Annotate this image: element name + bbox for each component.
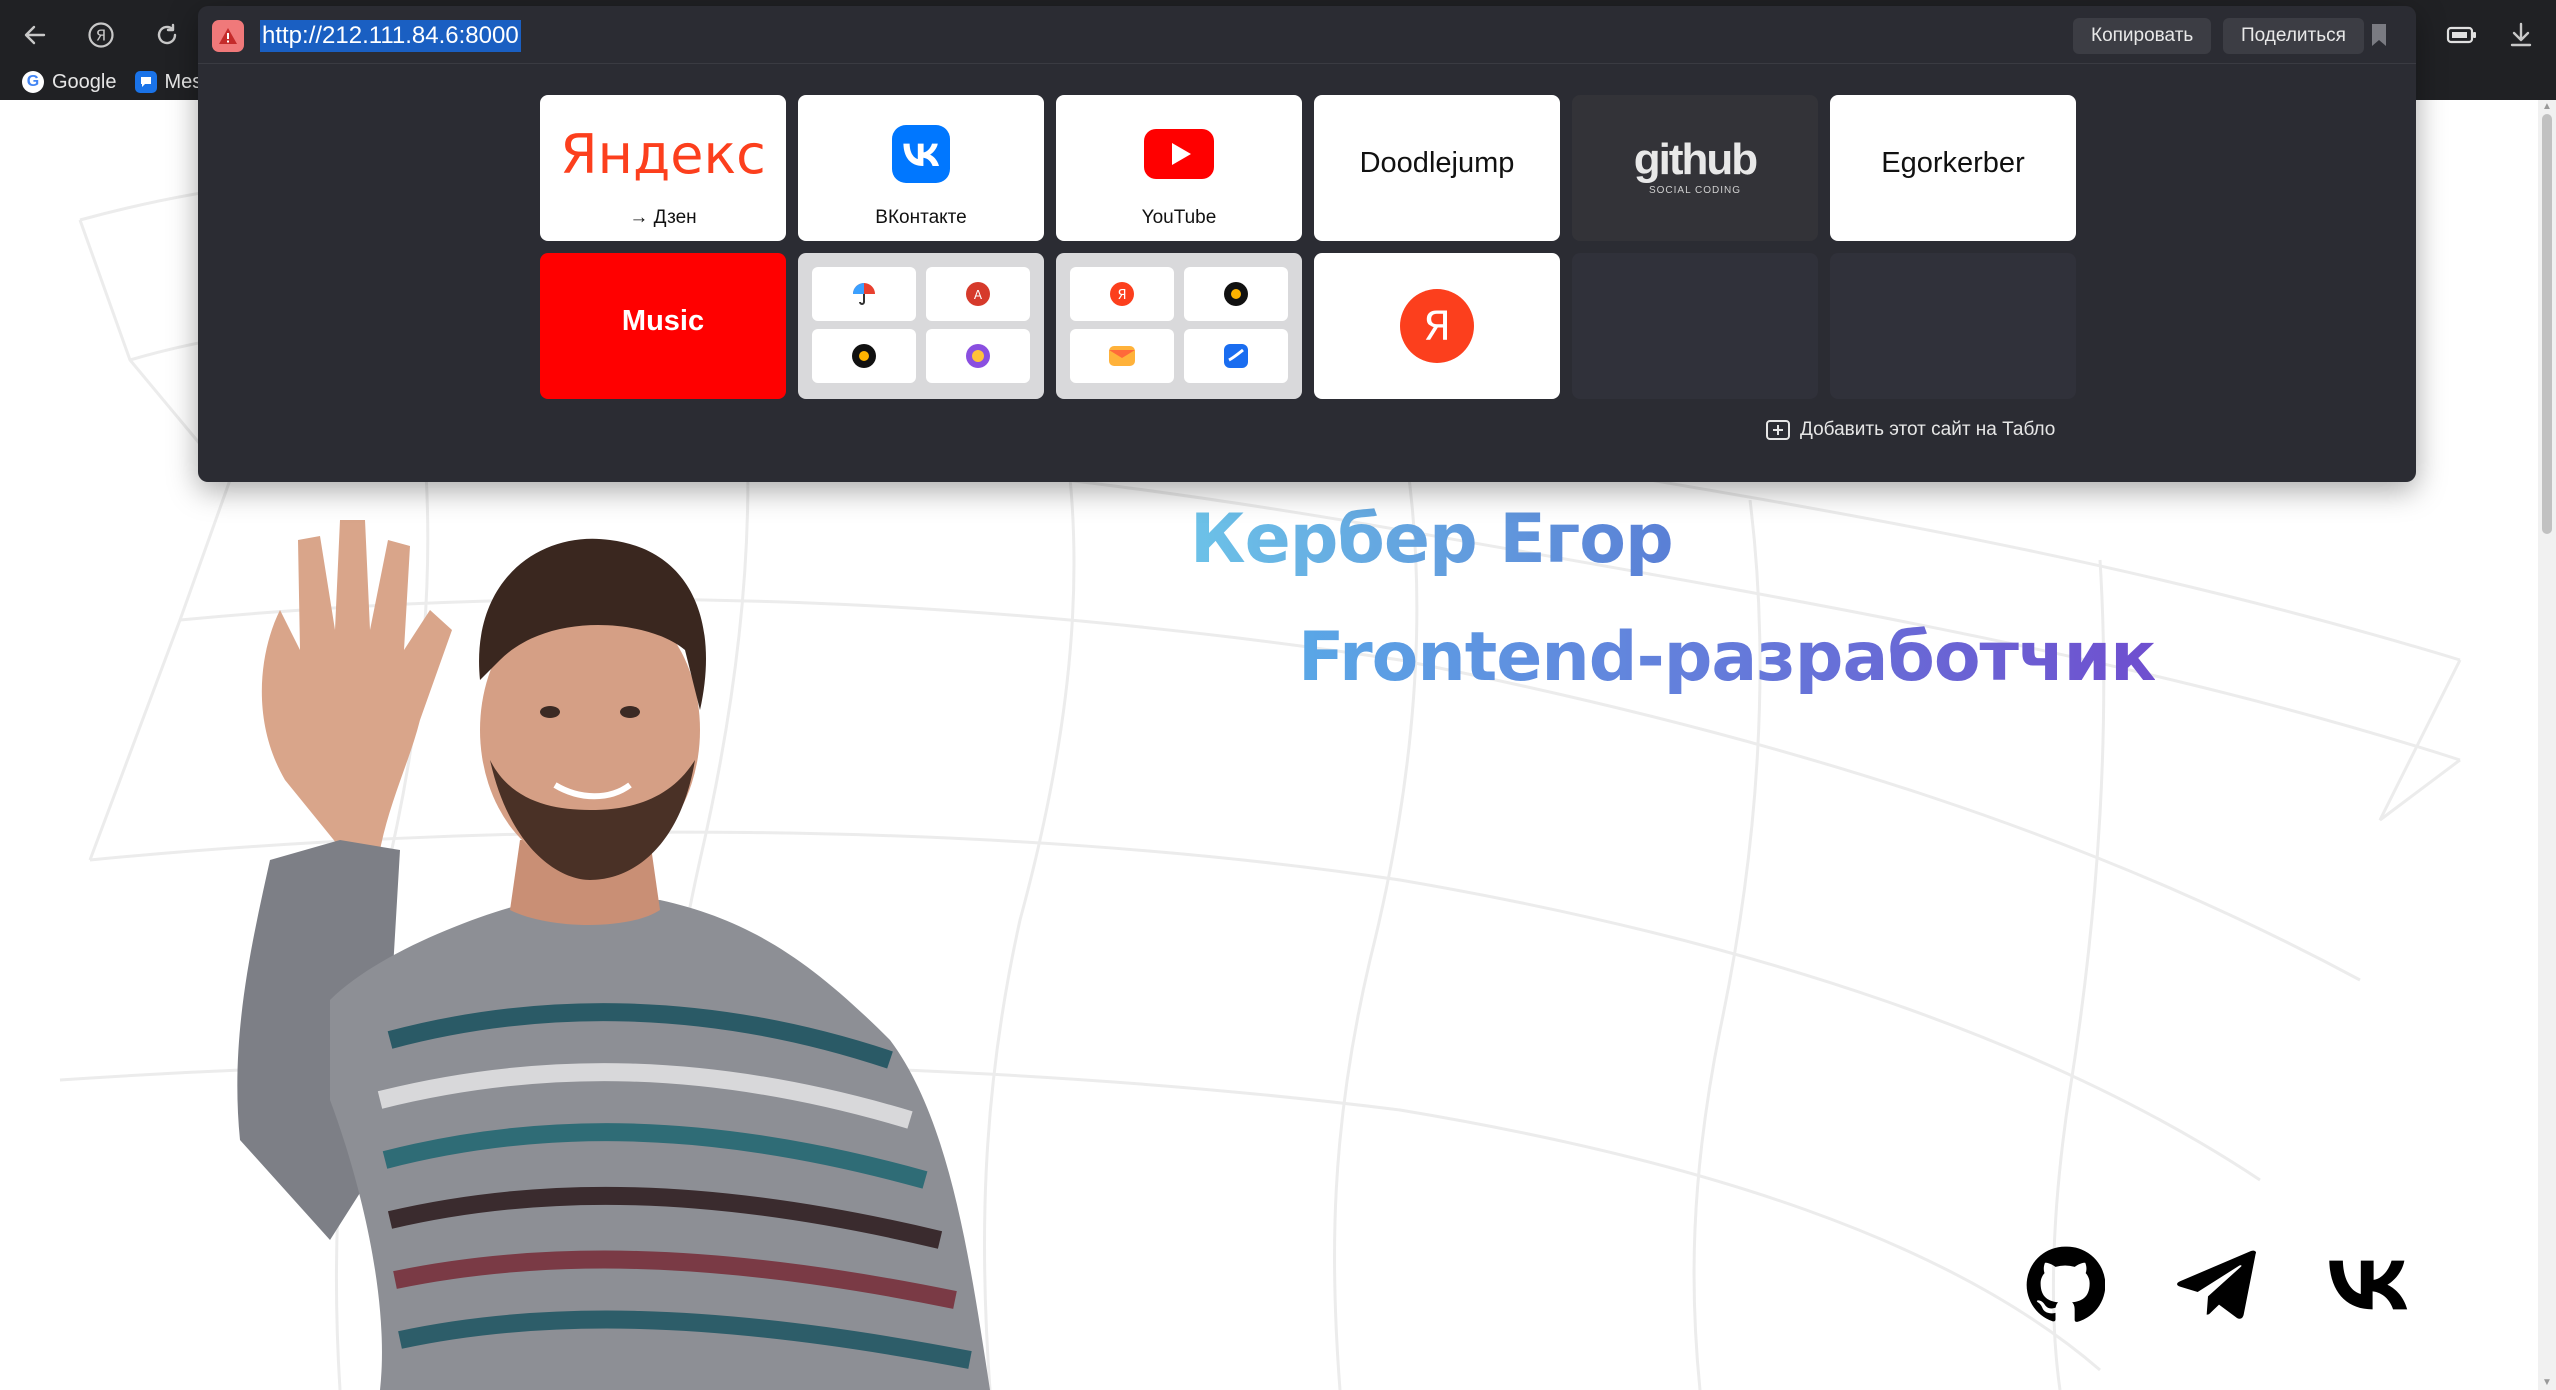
- umbrella-icon: [853, 283, 875, 305]
- bookmark-icon[interactable]: [2370, 22, 2388, 48]
- mini-tile-yandex[interactable]: Я: [1070, 267, 1174, 321]
- downloads-button[interactable]: [2504, 18, 2538, 52]
- tile-music[interactable]: Music: [540, 253, 786, 399]
- vk-link[interactable]: [2324, 1240, 2414, 1330]
- yandex-logo-icon: Я: [1400, 289, 1474, 363]
- github-tagline: SOCIAL CODING: [1648, 185, 1742, 196]
- github-link[interactable]: [2020, 1240, 2110, 1330]
- globe-icon: [966, 344, 990, 368]
- tile-subtitle: → Дзен: [629, 207, 697, 228]
- kinopoisk-icon: [1224, 282, 1248, 306]
- svg-text:A: A: [974, 288, 983, 302]
- add-tile-icon: [1766, 420, 1790, 440]
- bookmark-label: Mes: [164, 70, 203, 93]
- add-to-tablo-button[interactable]: Добавить этот сайт на Табло: [1766, 414, 2055, 446]
- messenger-icon: [134, 71, 157, 93]
- telegram-link[interactable]: [2172, 1240, 2262, 1330]
- yandex-home-button[interactable]: Я: [84, 18, 118, 52]
- tile-subtitle: ВКонтакте: [875, 207, 967, 228]
- copy-button[interactable]: Копировать: [2073, 18, 2212, 54]
- reload-button[interactable]: [150, 18, 184, 52]
- scroll-thumb[interactable]: [2542, 114, 2552, 534]
- scroll-up-icon[interactable]: ▲: [2542, 102, 2552, 112]
- mini-tile-browser[interactable]: [926, 329, 1030, 383]
- tile-group-1[interactable]: A: [798, 253, 1044, 399]
- yandex-circle-icon: Я: [88, 22, 114, 48]
- battery-saver-button[interactable]: [2442, 18, 2482, 52]
- svg-text:Я: Я: [1423, 304, 1451, 350]
- tile-vkontakte[interactable]: ВКонтакте: [798, 95, 1044, 241]
- vk-icon: [2329, 1260, 2408, 1310]
- download-icon: [2510, 22, 2532, 47]
- tile-yandex-search[interactable]: Я: [1314, 253, 1560, 399]
- omnibox-dropdown: http://212.111.84.6:8000 Копировать Поде…: [198, 6, 2416, 482]
- vk-logo-icon: [892, 125, 950, 183]
- tile-title: Music: [621, 305, 705, 337]
- profile-photo: [237, 520, 990, 1390]
- mini-tile-mail[interactable]: [1070, 329, 1174, 383]
- github-icon: [2026, 1246, 2105, 1322]
- youtube-logo-icon: [1144, 129, 1214, 179]
- back-button[interactable]: [18, 18, 52, 52]
- tile-title: Doodlejump: [1359, 147, 1515, 179]
- url-input[interactable]: http://212.111.84.6:8000: [260, 20, 521, 52]
- disk-icon: [1224, 344, 1248, 368]
- scroll-down-icon[interactable]: ▼: [2542, 1378, 2552, 1388]
- translate-icon: A: [966, 282, 990, 306]
- tile-group-2[interactable]: Я: [1056, 253, 1302, 399]
- add-to-tablo-label: Добавить этот сайт на Табло: [1800, 419, 2056, 440]
- tile-egorkerber[interactable]: Egorkerber: [1830, 95, 2076, 241]
- mini-tile-kinopoisk[interactable]: [1184, 267, 1288, 321]
- page-scrollbar[interactable]: ▲ ▼: [2538, 100, 2556, 1390]
- mini-tile-weather[interactable]: [812, 267, 916, 321]
- tile-doodlejump[interactable]: Doodlejump: [1314, 95, 1560, 241]
- telegram-icon: [2177, 1250, 2257, 1319]
- google-icon: G: [22, 71, 44, 93]
- share-button[interactable]: Поделиться: [2223, 18, 2364, 54]
- tile-subtitle: YouTube: [1141, 207, 1217, 228]
- insecure-site-warning-icon[interactable]: [212, 20, 244, 52]
- bookmark-google[interactable]: G Google: [22, 71, 117, 94]
- mini-tile-disk[interactable]: [1184, 329, 1288, 383]
- address-bar[interactable]: http://212.111.84.6:8000 Копировать Поде…: [198, 6, 2416, 64]
- bookmark-messenger[interactable]: Mes: [134, 70, 203, 94]
- tile-youtube[interactable]: YouTube: [1056, 95, 1302, 241]
- tile-yandex[interactable]: Яндекс → Дзен: [540, 95, 786, 241]
- profile-name: Кербер Егор: [1190, 500, 1674, 579]
- yandex-logo-text: Яндекс: [560, 123, 766, 186]
- reload-icon: [157, 23, 177, 45]
- tile-empty-slot[interactable]: [1830, 253, 2076, 399]
- mini-tile-translate[interactable]: A: [926, 267, 1030, 321]
- battery-icon: [2446, 26, 2476, 44]
- mini-tile-kinopoisk[interactable]: [812, 329, 916, 383]
- yandex-icon: Я: [1110, 282, 1134, 306]
- kinopoisk-icon: [852, 344, 876, 368]
- github-wordmark: github: [1633, 135, 1758, 184]
- tile-github[interactable]: github SOCIAL CODING: [1572, 95, 1818, 241]
- svg-text:Я: Я: [1117, 288, 1126, 303]
- back-arrow-icon: [24, 25, 46, 45]
- svg-text:Я: Я: [96, 27, 106, 45]
- bookmark-label: Google: [52, 70, 117, 93]
- tile-title: Egorkerber: [1881, 147, 2025, 179]
- profile-role: Frontend-разработчик: [1298, 618, 2156, 697]
- mail-icon: [1109, 346, 1135, 366]
- tile-empty-slot[interactable]: [1572, 253, 1818, 399]
